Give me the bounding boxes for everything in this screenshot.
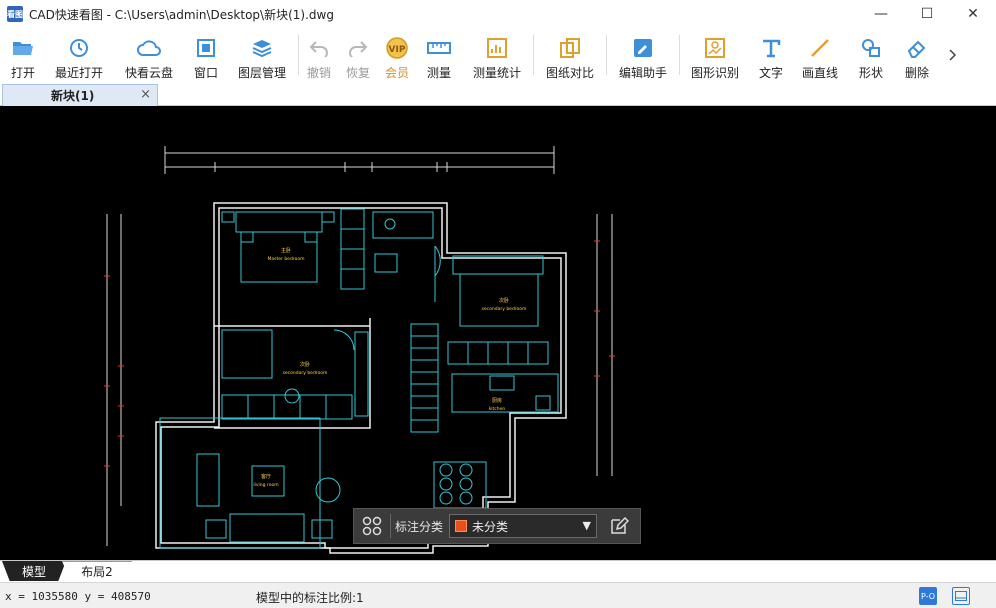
toolbar-overflow-arrow[interactable] xyxy=(940,28,966,82)
line-icon xyxy=(808,36,832,60)
document-tab-bar: 新块(1) × xyxy=(0,82,996,106)
tab-model[interactable]: 模型 xyxy=(2,561,66,581)
svg-text:VIP: VIP xyxy=(389,45,406,55)
text-tool-button[interactable]: 文字 xyxy=(750,28,792,82)
measure-stats-icon xyxy=(485,36,509,60)
annotation-category-label: 标注分类 xyxy=(395,519,444,534)
folder-open-icon xyxy=(11,36,35,60)
dropdown-caret-icon: ▼ xyxy=(582,519,592,532)
layout-tab-bar: 模型 布局2 xyxy=(0,560,996,582)
grid-icon[interactable] xyxy=(358,512,386,540)
maximize-button[interactable]: ☐ xyxy=(904,0,950,28)
window-button[interactable]: 窗口 xyxy=(186,28,226,82)
text-t-icon xyxy=(759,36,783,60)
vip-button[interactable]: VIP 会员 xyxy=(377,28,417,82)
ruler-icon xyxy=(427,36,451,60)
minimize-button[interactable]: — xyxy=(858,0,904,28)
category-color-swatch xyxy=(455,520,468,532)
main-toolbar: 打开 最近打开 快看云盘 窗口 图层管理 撤销 恢复 VIP 会员 测量 测量统… xyxy=(0,28,996,82)
annotation-divider xyxy=(390,514,391,538)
redo-arrow-icon xyxy=(346,36,370,60)
room-label-en: kitchen xyxy=(489,406,506,412)
compare-button[interactable]: 图纸对比 xyxy=(534,28,606,82)
room-label-cn: 客厅 xyxy=(261,473,271,480)
room-label-en: Master bedroom xyxy=(268,256,305,262)
cloud-button[interactable]: 快看云盘 xyxy=(112,28,186,82)
layers-button[interactable]: 图层管理 xyxy=(226,28,298,82)
measure-stats-button[interactable]: 测量统计 xyxy=(461,28,533,82)
annotation-scale-text: 模型中的标注比例:1 xyxy=(256,591,364,605)
chevron-right-icon xyxy=(949,49,957,61)
panel-icon xyxy=(955,591,967,601)
room-label-cn: 厨房 xyxy=(492,397,502,404)
annotation-category-value: 未分类 xyxy=(472,519,509,534)
window-controls: — ☐ ✕ xyxy=(858,0,996,28)
open-button[interactable]: 打开 xyxy=(0,28,46,82)
panel-toggle-button[interactable] xyxy=(952,587,970,605)
document-tab[interactable]: 新块(1) × xyxy=(2,84,158,106)
tab-layout2[interactable]: 布局2 xyxy=(62,561,132,581)
measure-button[interactable]: 测量 xyxy=(417,28,461,82)
tab-close-icon[interactable]: × xyxy=(140,87,151,102)
undo-arrow-icon xyxy=(307,36,331,60)
room-label-en: living room xyxy=(253,482,278,488)
cloud-icon xyxy=(137,36,161,60)
room-label-cn: 次卧 xyxy=(499,297,509,304)
room-label-en: secondary bedroom xyxy=(283,370,328,376)
undo-button[interactable]: 撤销 xyxy=(299,28,339,82)
room-label-en: secondary bedroom xyxy=(482,306,527,312)
window-title: CAD快速看图 - C:\Users\admin\Desktop\新块(1).d… xyxy=(29,7,334,22)
room-label-cn: 次卧 xyxy=(300,361,310,368)
redo-button[interactable]: 恢复 xyxy=(339,28,377,82)
shapes-icon xyxy=(859,36,883,60)
edit-helper-icon xyxy=(631,36,655,60)
drawing-canvas[interactable]: 主卧 Master bedroom 次卧 secondary bedroom 次… xyxy=(0,106,996,560)
layers-icon xyxy=(250,36,274,60)
document-tab-label: 新块(1) xyxy=(51,89,95,103)
room-label-cn: 主卧 xyxy=(281,247,291,254)
edit-category-button[interactable] xyxy=(605,512,633,540)
edit-helper-button[interactable]: 编辑助手 xyxy=(607,28,679,82)
status-bar: x = 1035580 y = 408570 模型中的标注比例:1 P-O xyxy=(0,582,996,608)
vip-badge-icon: VIP xyxy=(385,36,409,60)
recent-button[interactable]: 最近打开 xyxy=(46,28,112,82)
app-logo-icon: 看图 xyxy=(7,6,23,22)
edit-icon xyxy=(611,516,630,534)
annotation-category-select[interactable]: 未分类 ▼ xyxy=(449,514,598,538)
shape-recognize-icon xyxy=(703,36,727,60)
eraser-icon xyxy=(905,36,929,60)
cursor-coordinates: x = 1035580 y = 408570 xyxy=(5,590,151,603)
window-frame-icon xyxy=(194,36,218,60)
line-tool-button[interactable]: 画直线 xyxy=(792,28,848,82)
title-bar: 看图 CAD快速看图 - C:\Users\admin\Desktop\新块(1… xyxy=(0,0,996,28)
delete-button[interactable]: 删除 xyxy=(894,28,940,82)
annotation-toolbar: 标注分类 未分类 ▼ xyxy=(353,508,641,544)
floor-plan-drawing: 主卧 Master bedroom 次卧 secondary bedroom 次… xyxy=(104,146,615,554)
compare-sheets-icon xyxy=(558,36,582,60)
shape-recognize-button[interactable]: 图形识别 xyxy=(680,28,750,82)
close-window-button[interactable]: ✕ xyxy=(950,0,996,28)
shape-tool-button[interactable]: 形状 xyxy=(848,28,894,82)
history-clock-icon xyxy=(67,36,91,60)
po-toggle-button[interactable]: P-O xyxy=(919,587,937,605)
